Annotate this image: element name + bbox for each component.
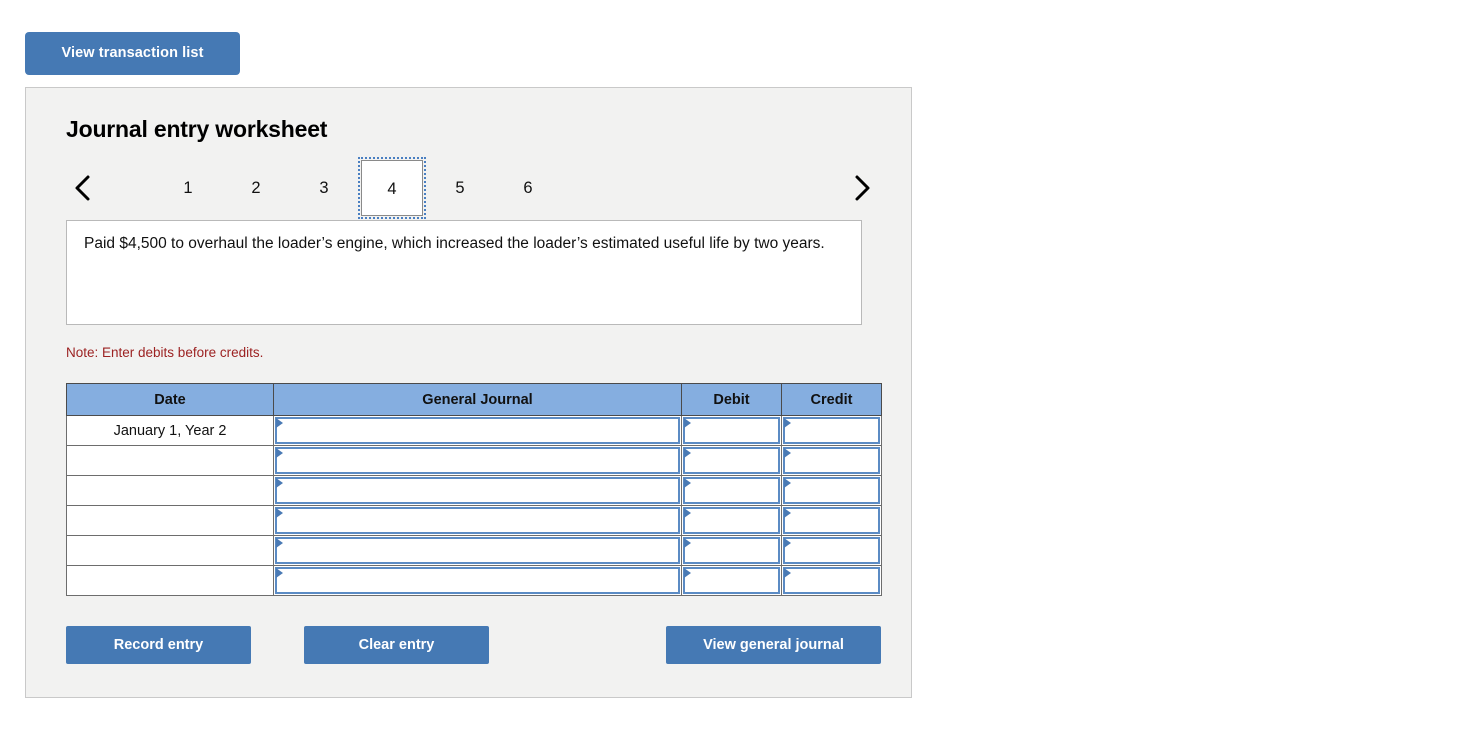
table-row: [66, 475, 882, 506]
general-journal-cell[interactable]: [273, 475, 682, 506]
credit-input[interactable]: [783, 477, 880, 504]
credit-cell[interactable]: [781, 475, 882, 506]
pager-previous-button[interactable]: [66, 170, 100, 206]
credit-input[interactable]: [783, 507, 880, 534]
credit-input[interactable]: [783, 417, 880, 444]
dropdown-triangle-icon: [684, 568, 691, 578]
debit-cell[interactable]: [681, 505, 782, 536]
general-journal-input[interactable]: [275, 507, 680, 534]
dropdown-triangle-icon: [784, 538, 791, 548]
journal-entry-table: Date General Journal Debit Credit Januar…: [66, 383, 882, 596]
debit-cell[interactable]: [681, 475, 782, 506]
dropdown-triangle-icon: [276, 508, 283, 518]
credit-input[interactable]: [783, 567, 880, 594]
page-title: Journal entry worksheet: [66, 116, 328, 142]
worksheet-pager: 1 2 3 4 5 6: [66, 157, 879, 219]
column-header-general-journal: General Journal: [273, 383, 682, 416]
general-journal-input[interactable]: [275, 537, 680, 564]
dropdown-triangle-icon: [276, 538, 283, 548]
transaction-description-text: Paid $4,500 to overhaul the loader’s eng…: [84, 235, 825, 252]
pager-tab-3[interactable]: 3: [306, 172, 342, 204]
dropdown-triangle-icon: [276, 568, 283, 578]
general-journal-cell[interactable]: [273, 535, 682, 566]
table-row: [66, 535, 882, 566]
general-journal-input[interactable]: [275, 567, 680, 594]
table-row: [66, 445, 882, 476]
dropdown-triangle-icon: [784, 508, 791, 518]
debit-input[interactable]: [683, 447, 780, 474]
dropdown-triangle-icon: [276, 478, 283, 488]
debit-cell[interactable]: [681, 415, 782, 446]
pager-tab-5[interactable]: 5: [442, 172, 478, 204]
debit-cell[interactable]: [681, 565, 782, 596]
dropdown-triangle-icon: [784, 478, 791, 488]
date-cell[interactable]: [66, 445, 274, 476]
table-row: [66, 565, 882, 596]
debits-before-credits-note: Note: Enter debits before credits.: [66, 345, 264, 360]
view-general-journal-button[interactable]: View general journal: [666, 626, 881, 664]
debit-input[interactable]: [683, 507, 780, 534]
pager-tab-4[interactable]: 4: [358, 157, 426, 219]
date-cell[interactable]: January 1, Year 2: [66, 415, 274, 446]
transaction-description-box: Paid $4,500 to overhaul the loader’s eng…: [66, 220, 862, 325]
table-header-row: Date General Journal Debit Credit: [66, 383, 882, 416]
general-journal-cell[interactable]: [273, 415, 682, 446]
debit-input[interactable]: [683, 417, 780, 444]
debit-cell[interactable]: [681, 535, 782, 566]
dropdown-triangle-icon: [276, 448, 283, 458]
date-cell[interactable]: [66, 565, 274, 596]
column-header-debit: Debit: [681, 383, 782, 416]
debit-cell[interactable]: [681, 445, 782, 476]
chevron-left-icon: [75, 175, 90, 201]
debit-input[interactable]: [683, 477, 780, 504]
date-cell[interactable]: [66, 475, 274, 506]
credit-cell[interactable]: [781, 505, 882, 536]
dropdown-triangle-icon: [784, 448, 791, 458]
dropdown-triangle-icon: [684, 538, 691, 548]
pager-tab-2[interactable]: 2: [238, 172, 274, 204]
pager-next-button[interactable]: [845, 170, 879, 206]
view-transaction-list-button[interactable]: View transaction list: [25, 32, 240, 75]
general-journal-input[interactable]: [275, 477, 680, 504]
credit-input[interactable]: [783, 447, 880, 474]
dropdown-triangle-icon: [684, 418, 691, 428]
dropdown-triangle-icon: [276, 418, 283, 428]
date-cell[interactable]: [66, 535, 274, 566]
debit-input[interactable]: [683, 567, 780, 594]
general-journal-cell[interactable]: [273, 565, 682, 596]
general-journal-cell[interactable]: [273, 505, 682, 536]
general-journal-cell[interactable]: [273, 445, 682, 476]
pager-tab-6[interactable]: 6: [510, 172, 546, 204]
general-journal-input[interactable]: [275, 417, 680, 444]
credit-cell[interactable]: [781, 565, 882, 596]
clear-entry-button[interactable]: Clear entry: [304, 626, 489, 664]
dropdown-triangle-icon: [684, 448, 691, 458]
dropdown-triangle-icon: [684, 508, 691, 518]
column-header-date: Date: [66, 383, 274, 416]
credit-cell[interactable]: [781, 445, 882, 476]
dropdown-triangle-icon: [784, 418, 791, 428]
table-row: January 1, Year 2: [66, 415, 882, 446]
date-cell[interactable]: [66, 505, 274, 536]
record-entry-button[interactable]: Record entry: [66, 626, 251, 664]
credit-cell[interactable]: [781, 535, 882, 566]
dropdown-triangle-icon: [684, 478, 691, 488]
credit-input[interactable]: [783, 537, 880, 564]
pager-tab-1[interactable]: 1: [170, 172, 206, 204]
debit-input[interactable]: [683, 537, 780, 564]
column-header-credit: Credit: [781, 383, 882, 416]
journal-entry-worksheet-panel: Journal entry worksheet 1 2 3 4 5 6 Paid…: [25, 87, 912, 698]
chevron-right-icon: [855, 175, 870, 201]
general-journal-input[interactable]: [275, 447, 680, 474]
dropdown-triangle-icon: [784, 568, 791, 578]
credit-cell[interactable]: [781, 415, 882, 446]
table-row: [66, 505, 882, 536]
